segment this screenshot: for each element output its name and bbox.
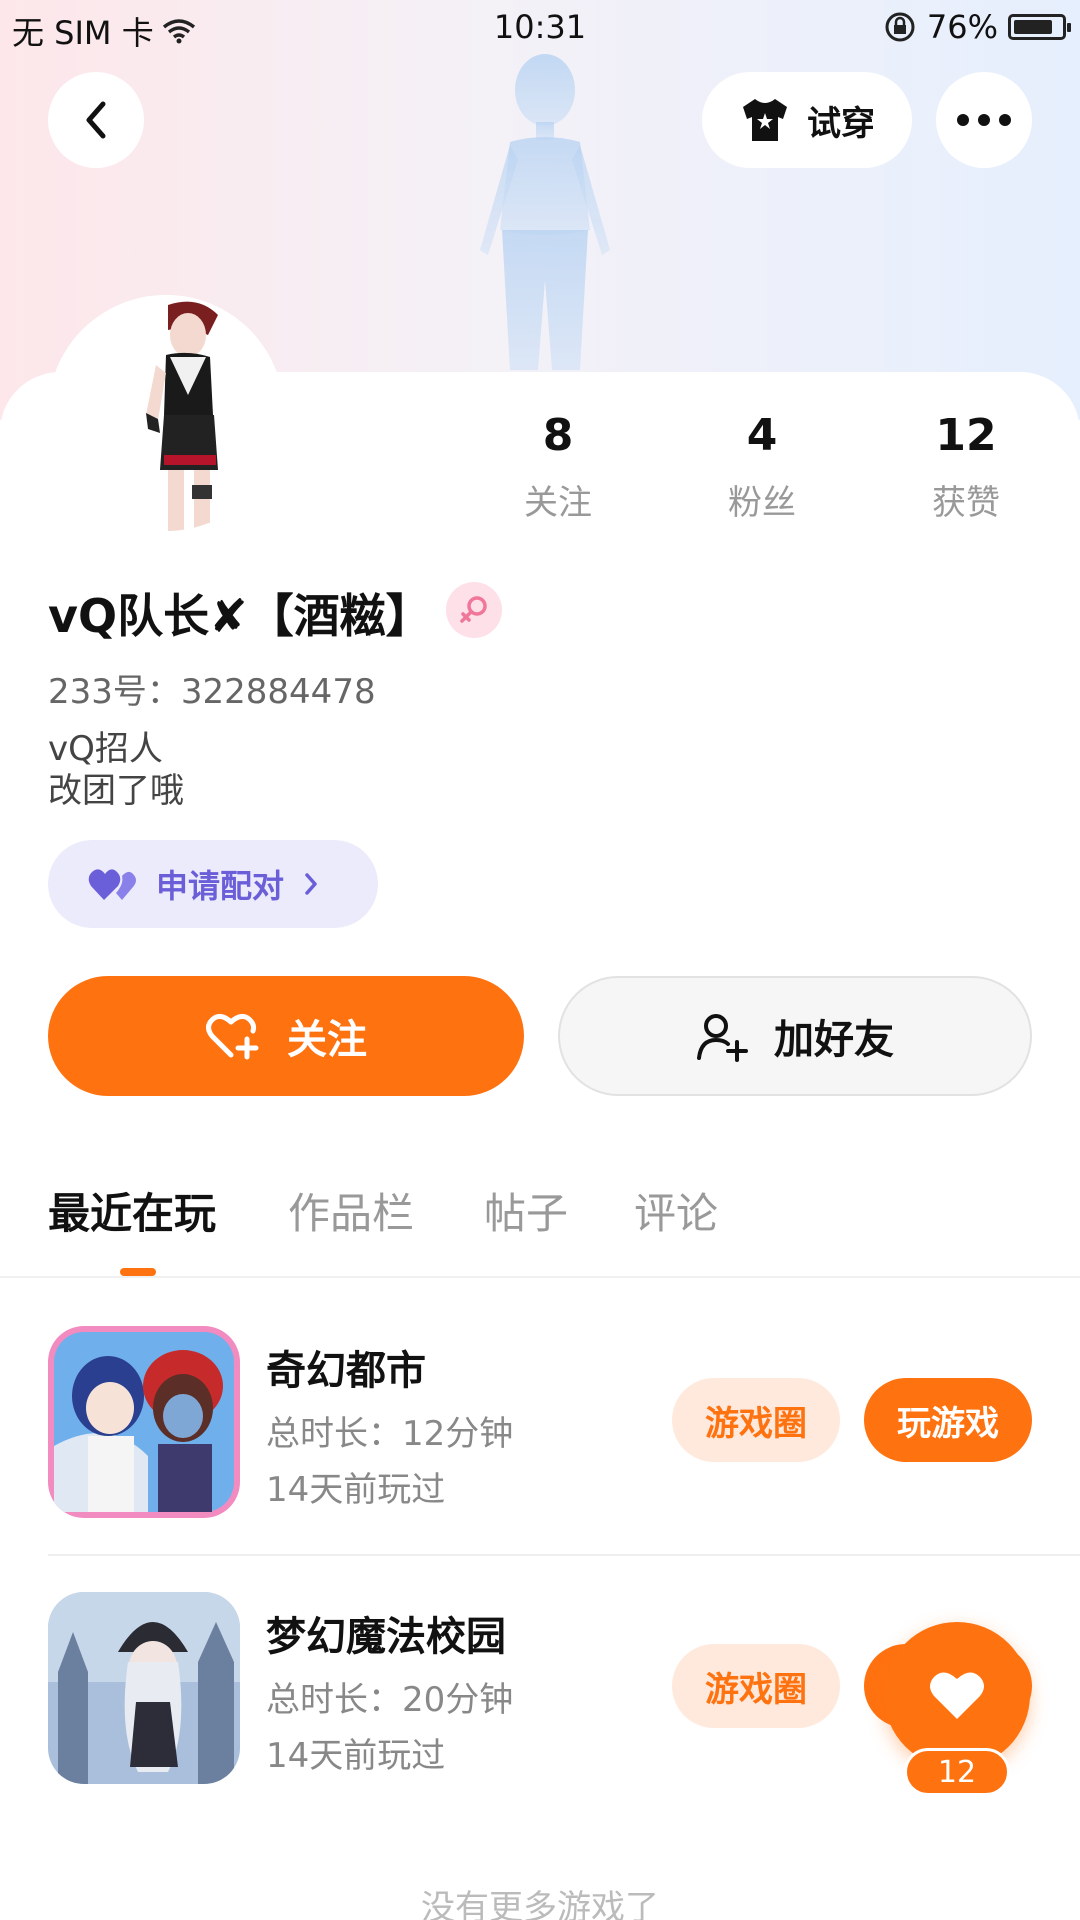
game-last-played: 14天前玩过	[266, 1736, 446, 1776]
stat-fans[interactable]: 4 粉丝	[682, 410, 842, 524]
play-game-button[interactable]: 玩游戏	[864, 1378, 1032, 1462]
tab-works[interactable]: 作品栏	[288, 1180, 414, 1241]
game-name: 奇幻都市	[266, 1348, 426, 1394]
status-right: 76%	[883, 8, 1071, 46]
request-pair-label: 申请配对	[156, 867, 285, 905]
tab-posts[interactable]: 帖子	[484, 1180, 568, 1241]
game-cover-image	[48, 1592, 240, 1784]
more-button[interactable]	[936, 72, 1032, 168]
add-user-icon	[697, 1014, 748, 1062]
add-friend-button[interactable]: 加好友	[558, 976, 1032, 1096]
heart-plus-icon	[206, 1014, 259, 1060]
game-circle-button[interactable]: 游戏圈	[672, 1644, 840, 1728]
avatar-character-image	[48, 295, 284, 531]
battery-icon	[1008, 14, 1071, 40]
game-row[interactable]: 奇幻都市 总时长：12分钟 14天前玩过 游戏圈 玩游戏	[0, 1326, 1080, 1518]
stat-following[interactable]: 8 关注	[478, 410, 638, 524]
like-count-badge: 12	[904, 1748, 1010, 1796]
more-dots-icon	[957, 114, 1011, 126]
stat-following-label: 关注	[524, 483, 592, 523]
request-pair-button[interactable]: 申请配对	[48, 840, 378, 928]
bio-line: vQ招人	[48, 729, 163, 769]
no-more-games-text: 没有更多游戏了	[421, 1888, 659, 1920]
game-duration: 总时长：20分钟	[266, 1680, 514, 1720]
game-duration: 总时长：12分钟	[266, 1414, 514, 1454]
chevron-right-icon	[305, 873, 317, 895]
add-friend-label: 加好友	[774, 1017, 894, 1063]
game-last-played: 14天前玩过	[266, 1470, 446, 1510]
active-tab-indicator	[120, 1268, 156, 1276]
status-bar: 无 SIM 卡 10:31 76%	[0, 0, 1080, 56]
game-icon[interactable]	[48, 1326, 240, 1518]
follow-label: 关注	[287, 1017, 367, 1063]
shirt-icon	[743, 99, 787, 141]
user-bio: vQ招人 改团了哦	[48, 728, 184, 812]
chevron-left-icon	[86, 101, 106, 139]
tab-comments[interactable]: 评论	[634, 1180, 718, 1241]
follow-button[interactable]: 关注	[48, 976, 524, 1096]
stat-likes[interactable]: 12 获赞	[886, 410, 1046, 524]
rotation-lock-icon	[885, 12, 915, 42]
game-cover-image	[48, 1326, 240, 1518]
back-button[interactable]	[48, 72, 144, 168]
female-icon	[460, 596, 487, 623]
game-icon[interactable]	[48, 1592, 240, 1784]
battery-percent: 76%	[926, 8, 998, 46]
female-gender-badge	[446, 582, 502, 638]
tab-recently-played[interactable]: 最近在玩	[48, 1180, 216, 1241]
user-id: 233号：322884478	[48, 672, 376, 712]
avatar-hologram-figure	[480, 54, 610, 370]
heart-icon	[930, 1672, 984, 1719]
stat-fans-label: 粉丝	[728, 483, 796, 523]
like-fab-button[interactable]	[884, 1622, 1030, 1768]
stat-likes-count: 12	[935, 410, 997, 461]
tabs-divider	[0, 1276, 1080, 1278]
bio-line: 改团了哦	[48, 771, 184, 811]
stat-fans-count: 4	[746, 410, 778, 461]
try-on-button[interactable]: 试穿	[702, 72, 912, 168]
username: vQ队长✘【酒糍】	[48, 589, 432, 643]
pair-hearts-icon	[88, 869, 136, 900]
row-divider	[48, 1554, 1080, 1556]
stat-likes-label: 获赞	[932, 483, 1000, 523]
game-name: 梦幻魔法校园	[266, 1614, 506, 1660]
stat-following-count: 8	[542, 410, 574, 461]
try-on-label: 试穿	[807, 103, 875, 144]
game-circle-button[interactable]: 游戏圈	[672, 1378, 840, 1462]
avatar[interactable]	[48, 295, 284, 531]
